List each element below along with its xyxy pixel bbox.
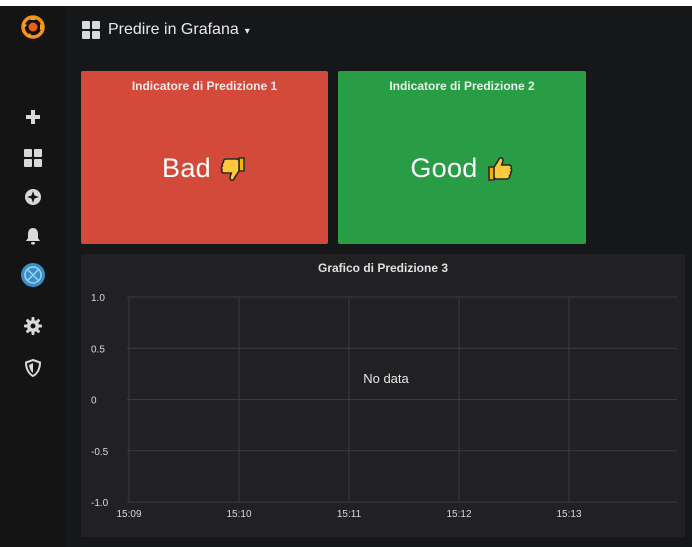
grafana-logo-icon[interactable] <box>18 12 48 42</box>
sidebar <box>0 6 66 547</box>
dashboard-picker[interactable]: Predire in Grafana ▾ <box>82 20 250 40</box>
stat-value: Bad <box>81 153 328 184</box>
y-tick-label: -1.0 <box>91 498 109 509</box>
dashboards-grid-icon <box>82 21 100 39</box>
panel-title[interactable]: Indicatore di Predizione 2 <box>338 79 586 93</box>
chevron-down-icon: ▾ <box>244 26 250 37</box>
graph-plot: 1.0 0.5 0 -0.5 -1.0 15:09 15:10 15:11 15:12 15:1… <box>91 293 677 520</box>
x-tick-label: 15:12 <box>446 509 471 520</box>
stat-panel-1[interactable]: Indicatore di Predizione 1 Bad <box>81 71 328 244</box>
x-tick-label: 15:10 <box>226 509 251 520</box>
stat-value-text: Bad <box>162 153 211 183</box>
x-tick-label: 15:09 <box>116 509 141 520</box>
stat-panel-2[interactable]: Indicatore di Predizione 2 Good <box>338 71 586 244</box>
thumbs-up-icon <box>487 156 513 181</box>
dashboards-grid-icon[interactable] <box>18 143 48 173</box>
thumbs-down-icon <box>220 156 245 181</box>
y-tick-label: -0.5 <box>91 447 109 458</box>
graph-panel[interactable]: Grafico di Predizione 3 1.0 0.5 0 -0.5 -1.0 … <box>81 254 685 537</box>
grafana-app: Predire in Grafana ▾ Indicatore di Predi… <box>0 0 692 547</box>
y-tick-label: 0 <box>91 396 97 407</box>
shield-icon[interactable] <box>18 353 48 383</box>
stat-value: Good <box>338 153 586 184</box>
x-tick-label: 15:11 <box>337 509 362 520</box>
gear-icon[interactable] <box>18 311 48 341</box>
alerting-bell-icon[interactable] <box>18 221 48 251</box>
top-navbar: Predire in Grafana ▾ <box>66 6 692 54</box>
stat-value-text: Good <box>410 153 478 183</box>
no-data-message: No data <box>363 371 409 386</box>
plus-icon[interactable] <box>18 102 48 132</box>
predictive-plugin-icon[interactable] <box>18 260 48 290</box>
y-tick-label: 0.5 <box>91 344 105 355</box>
dashboard-title: Predire in Grafana <box>108 21 239 38</box>
page-edge <box>686 6 692 547</box>
explore-compass-icon[interactable] <box>18 182 48 212</box>
y-tick-label: 1.0 <box>91 293 105 304</box>
panel-title[interactable]: Indicatore di Predizione 1 <box>81 79 328 93</box>
x-tick-label: 15:13 <box>556 509 581 520</box>
